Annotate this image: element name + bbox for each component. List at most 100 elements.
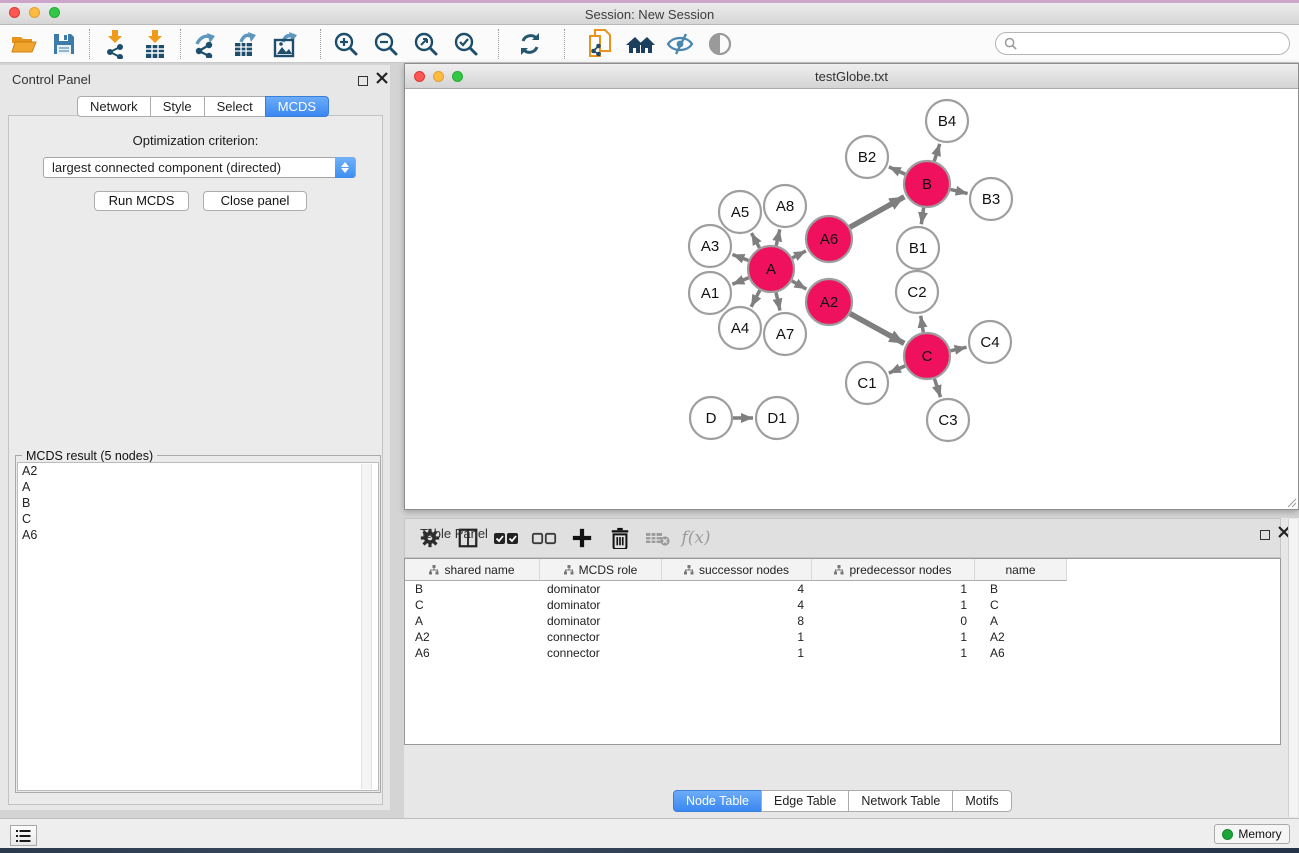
tab-network-table[interactable]: Network Table [848, 790, 953, 812]
delete-table-button[interactable] [639, 521, 677, 555]
zoom-fit-button[interactable] [406, 27, 446, 61]
edge-A-A4[interactable] [751, 290, 760, 307]
column-header-shared-name[interactable]: shared name [405, 559, 540, 581]
edge-A-A2[interactable] [792, 281, 807, 289]
window-resize-grip[interactable] [1285, 496, 1297, 508]
save-session-button[interactable] [44, 27, 84, 61]
edge-C-C1[interactable] [889, 366, 905, 373]
cell-name[interactable]: B [975, 582, 1067, 596]
cell-MCDS-role[interactable]: connector [540, 630, 662, 644]
cell-predecessor-nodes[interactable]: 1 [812, 598, 975, 612]
hide-graphics-details-button[interactable] [660, 27, 700, 61]
float-table-panel-icon[interactable] [1260, 527, 1270, 545]
edge-A-A8[interactable] [776, 229, 780, 245]
cell-successor-nodes[interactable]: 8 [662, 614, 812, 628]
edge-B-B1[interactable] [921, 208, 923, 224]
cell-successor-nodes[interactable]: 4 [662, 582, 812, 596]
edge-C-C2[interactable] [921, 316, 924, 333]
cell-MCDS-role[interactable]: dominator [540, 614, 662, 628]
edge-B-B4[interactable] [934, 144, 939, 161]
cell-MCDS-role[interactable]: connector [540, 646, 662, 660]
edge-A6-B[interactable] [850, 197, 904, 228]
task-history-button[interactable] [10, 825, 37, 846]
cell-name[interactable]: A [975, 614, 1067, 628]
node-C4[interactable]: C4 [969, 321, 1011, 363]
deselect-all-button[interactable] [525, 521, 563, 555]
table-row-A2[interactable]: A2connector11A2 [405, 629, 1280, 645]
edge-A2-C[interactable] [850, 314, 904, 344]
open-session-button[interactable] [4, 27, 44, 61]
new-session-from-network-button[interactable] [580, 27, 620, 61]
cell-MCDS-role[interactable]: dominator [540, 598, 662, 612]
column-header-successor-nodes[interactable]: successor nodes [662, 559, 812, 581]
cell-name[interactable]: A6 [975, 646, 1067, 660]
delete-column-button[interactable] [601, 521, 639, 555]
node-D[interactable]: D [690, 397, 732, 439]
edge-C-C3[interactable] [934, 379, 940, 397]
node-C2[interactable]: C2 [896, 271, 938, 313]
edge-A-A6[interactable] [792, 251, 806, 258]
node-B4[interactable]: B4 [926, 100, 968, 142]
cell-shared-name[interactable]: A2 [405, 630, 540, 644]
edge-C-C4[interactable] [950, 347, 966, 351]
refresh-button[interactable] [510, 27, 550, 61]
edge-A-A7[interactable] [776, 292, 780, 310]
edge-B-B3[interactable] [950, 189, 967, 193]
tab-edge-table[interactable]: Edge Table [761, 790, 849, 812]
show-graphics-details-button[interactable] [700, 27, 740, 61]
node-A3[interactable]: A3 [689, 225, 731, 267]
mcds-list-scrollbar[interactable] [361, 464, 372, 789]
table-row-B[interactable]: Bdominator41B [405, 581, 1280, 597]
cell-shared-name[interactable]: A6 [405, 646, 540, 660]
node-A4[interactable]: A4 [719, 307, 761, 349]
import-table-button[interactable] [135, 27, 175, 61]
node-C[interactable]: C [904, 333, 950, 379]
node-B[interactable]: B [904, 161, 950, 207]
mcds-result-item[interactable]: A [18, 479, 378, 495]
cell-predecessor-nodes[interactable]: 0 [812, 614, 975, 628]
table-row-A6[interactable]: A6connector11A6 [405, 645, 1280, 661]
zoom-in-button[interactable] [326, 27, 366, 61]
node-A7[interactable]: A7 [764, 313, 806, 355]
run-mcds-button[interactable]: Run MCDS [94, 191, 189, 211]
cell-name[interactable]: C [975, 598, 1067, 612]
create-column-button[interactable] [563, 521, 601, 555]
cell-predecessor-nodes[interactable]: 1 [812, 582, 975, 596]
table-row-C[interactable]: Cdominator41C [405, 597, 1280, 613]
node-B1[interactable]: B1 [897, 227, 939, 269]
export-network-button[interactable] [186, 27, 226, 61]
mcds-result-item[interactable]: B [18, 495, 378, 511]
tab-motifs[interactable]: Motifs [952, 790, 1011, 812]
node-C1[interactable]: C1 [846, 362, 888, 404]
export-image-button[interactable] [266, 27, 306, 61]
edge-A-A3[interactable] [732, 254, 748, 260]
node-B2[interactable]: B2 [846, 136, 888, 178]
column-header-MCDS-role[interactable]: MCDS role [540, 559, 662, 581]
mcds-result-item[interactable]: A2 [18, 463, 378, 479]
node-A8[interactable]: A8 [764, 185, 806, 227]
tab-style[interactable]: Style [150, 96, 205, 117]
close-panel-button[interactable]: Close panel [203, 191, 307, 211]
import-network-button[interactable] [95, 27, 135, 61]
node-B3[interactable]: B3 [970, 178, 1012, 220]
zoom-out-button[interactable] [366, 27, 406, 61]
cell-name[interactable]: A2 [975, 630, 1067, 644]
edge-A-A5[interactable] [751, 233, 759, 248]
export-table-button[interactable] [226, 27, 266, 61]
node-A5[interactable]: A5 [719, 191, 761, 233]
network-canvas[interactable]: B4B2BB3A8A5A6A3B1AA1C2A2A4A7C4CC1C3DD1 [405, 89, 1298, 510]
cell-successor-nodes[interactable]: 1 [662, 630, 812, 644]
mcds-result-item[interactable]: C [18, 511, 378, 527]
cell-shared-name[interactable]: B [405, 582, 540, 596]
column-header-name[interactable]: name [975, 559, 1067, 581]
tab-network[interactable]: Network [77, 96, 151, 117]
tab-node-table[interactable]: Node Table [673, 790, 762, 812]
column-header-predecessor-nodes[interactable]: predecessor nodes [812, 559, 975, 581]
memory-button[interactable]: Memory [1214, 824, 1290, 844]
cell-predecessor-nodes[interactable]: 1 [812, 630, 975, 644]
select-all-button[interactable] [487, 521, 525, 555]
cell-shared-name[interactable]: C [405, 598, 540, 612]
node-D1[interactable]: D1 [756, 397, 798, 439]
edge-A-A1[interactable] [732, 278, 748, 284]
mcds-result-item[interactable]: A6 [18, 527, 378, 543]
